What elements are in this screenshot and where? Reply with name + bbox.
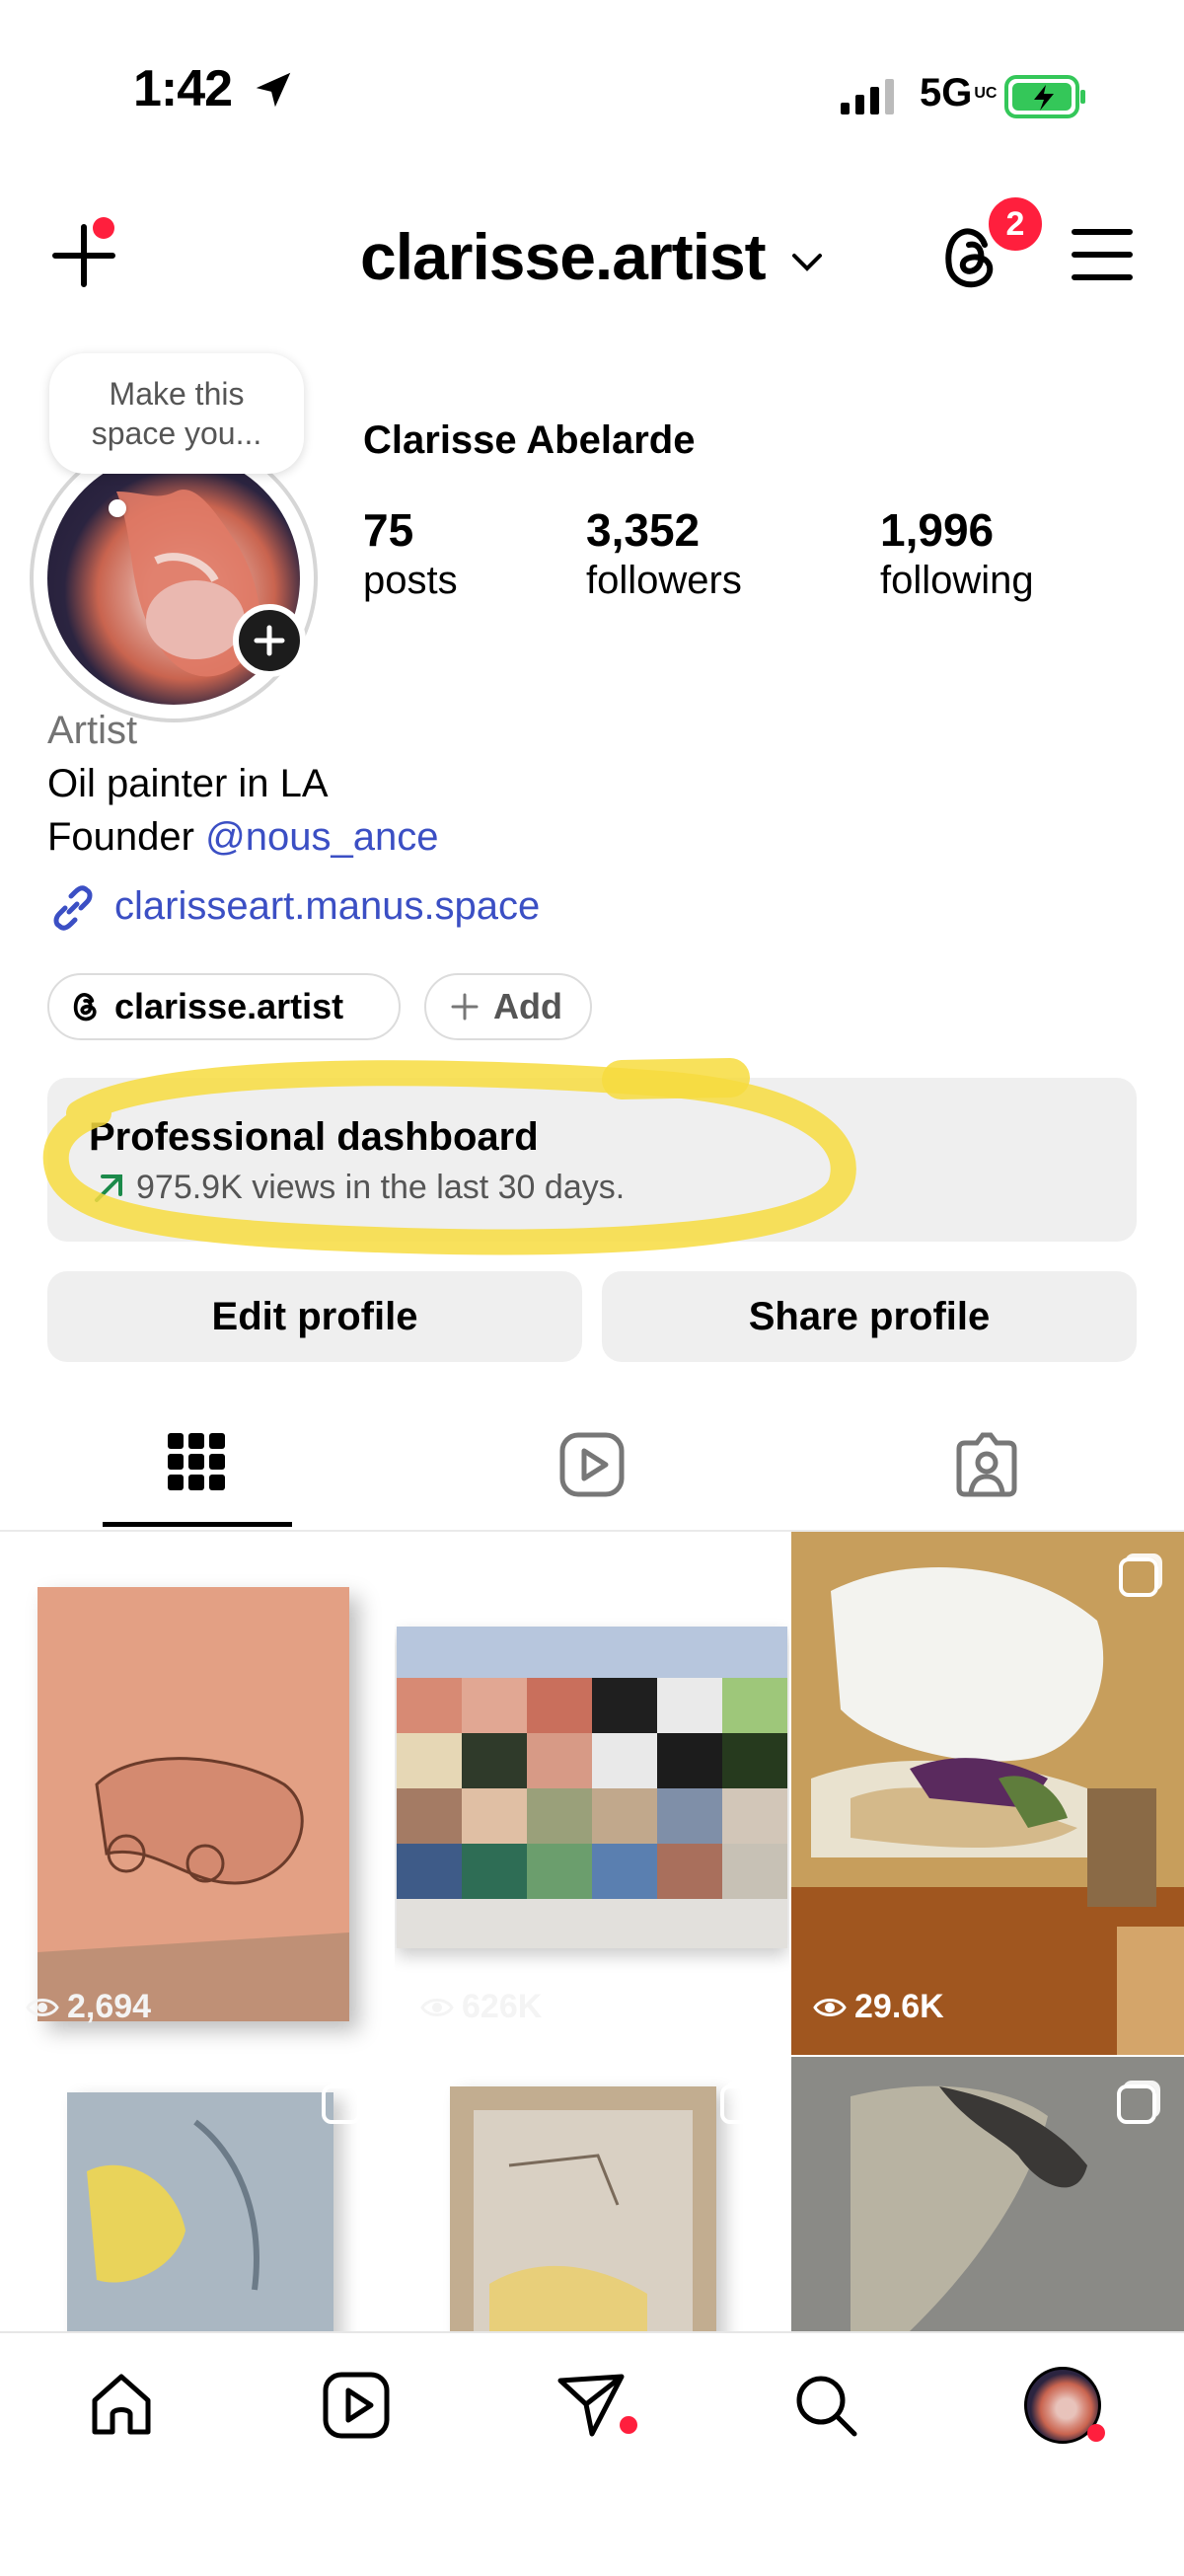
post-3-view-count: 29.6K xyxy=(854,1988,944,2025)
post-1-view-count: 2,694 xyxy=(67,1988,152,2025)
carousel-icon xyxy=(724,1557,764,1597)
tab-tagged[interactable] xyxy=(953,1431,1020,1498)
post-2-views: 626K xyxy=(420,1988,542,2026)
post-5-artwork xyxy=(450,2086,716,2331)
tab-reels[interactable] xyxy=(558,1431,626,1498)
home-icon[interactable] xyxy=(87,2371,156,2440)
note-bubble[interactable]: Make this space you... xyxy=(49,353,304,474)
search-icon[interactable] xyxy=(791,2371,860,2440)
eye-icon xyxy=(26,1996,59,2019)
tab-active-indicator xyxy=(103,1522,292,1527)
network-suffix: UC xyxy=(974,84,998,102)
grid-post-5[interactable] xyxy=(395,2057,789,2331)
carousel-icon xyxy=(720,2084,760,2124)
post-3-artwork xyxy=(791,1532,1184,2055)
grid-icon xyxy=(166,1431,227,1492)
bio-website-link[interactable]: clarisseart.manus.space xyxy=(114,884,540,929)
bio-founder-text: Founder xyxy=(47,815,194,859)
profile-notification-dot xyxy=(1087,2424,1105,2442)
note-text-1: Make this xyxy=(109,376,245,412)
post-4-artwork xyxy=(67,2092,333,2331)
location-arrow-icon xyxy=(251,67,296,113)
grid-post-2[interactable]: 626K xyxy=(395,1532,789,2055)
tab-grid[interactable] xyxy=(166,1431,227,1492)
chevron-down-icon xyxy=(790,252,824,273)
threads-chip-icon xyxy=(71,991,101,1023)
grid-post-1[interactable]: 2,694 xyxy=(0,1532,393,2055)
grid-post-6[interactable] xyxy=(791,2057,1184,2331)
post-1-views: 2,694 xyxy=(26,1988,151,2026)
posts-count[interactable]: 75 xyxy=(363,503,413,557)
signal-icon xyxy=(841,79,900,114)
eye-icon xyxy=(813,1996,847,2019)
grid-post-3[interactable]: 29.6K xyxy=(791,1532,1184,2055)
carousel-icon xyxy=(322,2084,361,2124)
share-profile-button[interactable]: Share profile xyxy=(602,1271,1137,1362)
note-text-2: space you... xyxy=(91,416,262,451)
add-link-chip[interactable]: Add xyxy=(424,973,592,1040)
following-count[interactable]: 1,996 xyxy=(880,503,994,557)
menu-icon[interactable] xyxy=(1072,227,1133,282)
profile-category: Artist xyxy=(47,709,138,752)
bio-line-1: Oil painter in LA xyxy=(47,762,329,805)
edit-profile-button[interactable]: Edit profile xyxy=(47,1271,582,1362)
threads-badge: 2 xyxy=(985,193,1046,255)
post-3-views: 29.6K xyxy=(813,1988,944,2026)
network-label: 5G UC xyxy=(920,71,998,114)
battery-icon xyxy=(1004,75,1087,118)
carousel-icon xyxy=(1119,1557,1158,1597)
reels-nav-icon[interactable] xyxy=(322,2371,391,2440)
post-2-view-count: 626K xyxy=(462,1988,543,2025)
bio-line-2: Founder @nous_ance xyxy=(47,815,438,860)
messages-notification-dot xyxy=(620,2416,637,2434)
reels-icon xyxy=(558,1431,626,1498)
carousel-icon xyxy=(1117,2084,1156,2124)
threads-chip-label: clarisse.artist xyxy=(114,986,344,1026)
followers-label[interactable]: followers xyxy=(586,559,742,603)
profile-full-name: Clarisse Abelarde xyxy=(363,418,696,462)
followers-count[interactable]: 3,352 xyxy=(586,503,700,557)
post-2-artwork xyxy=(397,1627,787,1948)
post-1-artwork xyxy=(37,1587,349,2021)
status-time: 1:42 xyxy=(133,60,233,117)
following-label[interactable]: following xyxy=(880,559,1034,603)
bottom-navigation xyxy=(0,2331,1184,2576)
bio-mention-link[interactable]: @nous_ance xyxy=(205,815,438,859)
plus-icon xyxy=(450,992,480,1022)
posts-label[interactable]: posts xyxy=(363,559,458,603)
tagged-icon xyxy=(953,1431,1020,1498)
messages-icon[interactable] xyxy=(556,2371,626,2440)
note-tail xyxy=(109,499,126,517)
link-icon xyxy=(47,882,99,934)
username-label: clarisse.artist xyxy=(360,220,767,293)
add-chip-label: Add xyxy=(493,986,562,1026)
yellow-highlight-annotation xyxy=(39,1044,868,1261)
add-story-button[interactable] xyxy=(233,604,306,677)
threads-profile-chip[interactable]: clarisse.artist xyxy=(47,973,401,1040)
eye-icon xyxy=(420,1996,454,2019)
grid-post-4[interactable] xyxy=(0,2057,393,2331)
